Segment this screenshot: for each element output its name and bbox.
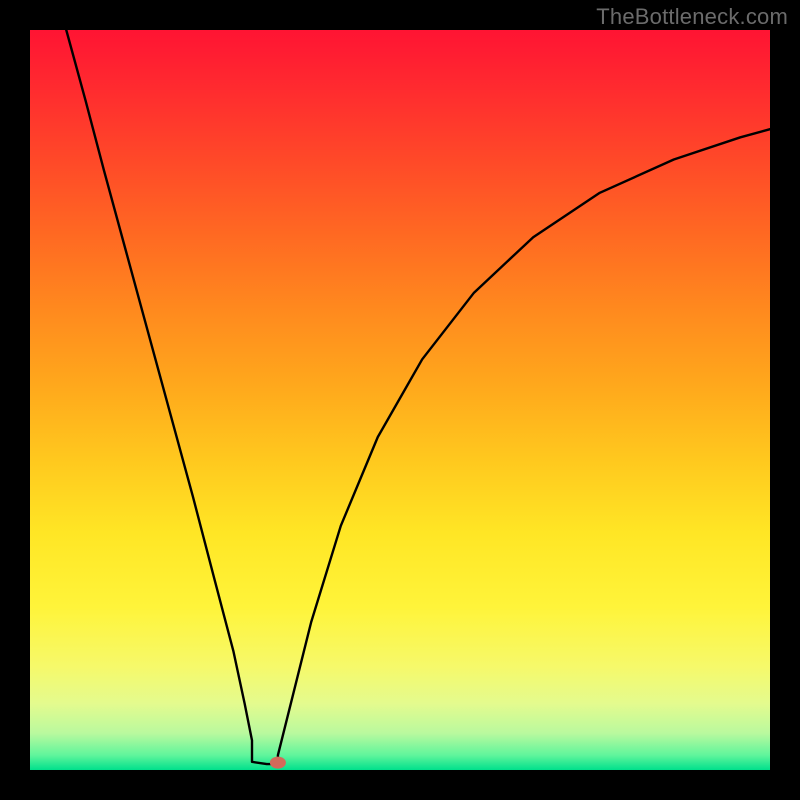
chart-frame: TheBottleneck.com [0,0,800,800]
watermark-text: TheBottleneck.com [596,4,788,30]
plot-area [30,30,770,770]
optimal-point-marker [270,757,286,769]
bottleneck-curve [66,30,770,764]
curve-svg [30,30,770,770]
